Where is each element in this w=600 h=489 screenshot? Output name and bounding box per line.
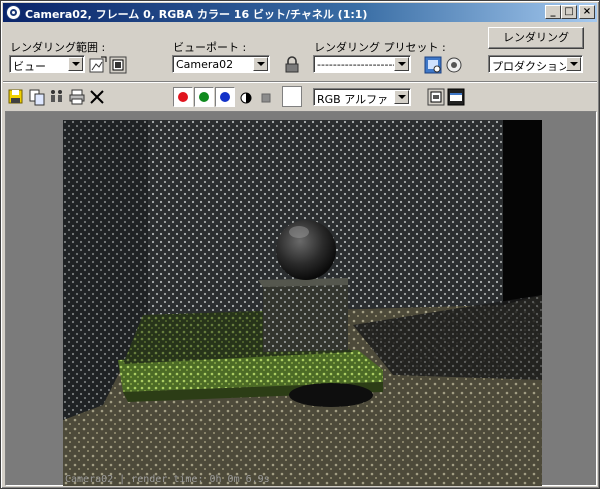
color-swatch[interactable] — [282, 86, 302, 107]
render-area-dropdown[interactable]: ビュー — [9, 55, 85, 73]
green-channel-icon — [199, 92, 209, 102]
minimize-button[interactable]: _ — [545, 5, 561, 19]
print-icon[interactable] — [68, 88, 86, 106]
chevron-down-icon — [394, 57, 409, 71]
app-icon — [6, 5, 21, 20]
alpha-channel-icon[interactable] — [237, 89, 255, 107]
toolbar-divider — [3, 81, 597, 83]
save-icon[interactable] — [7, 88, 25, 106]
monochrome-icon[interactable] — [257, 89, 275, 107]
close-button[interactable]: × — [579, 5, 595, 19]
copy-icon[interactable] — [28, 88, 46, 106]
render-mode-value: プロダクション — [492, 60, 569, 73]
render-area-label: レンダリング範囲 : — [10, 41, 106, 54]
chevron-down-icon — [253, 57, 268, 71]
channel-display-dropdown[interactable]: RGB アルファ — [313, 88, 411, 106]
render-preset-dropdown[interactable]: --------------------- — [313, 55, 411, 73]
blue-channel-icon — [220, 92, 230, 102]
clear-icon[interactable] — [88, 88, 106, 106]
red-channel-icon — [178, 92, 188, 102]
channel-display-value: RGB アルファ — [317, 93, 389, 106]
auto-region-icon[interactable] — [109, 56, 127, 74]
toggle-ui-overlay-icon[interactable] — [427, 88, 445, 106]
chevron-down-icon — [566, 57, 581, 71]
red-channel-toggle[interactable] — [173, 87, 193, 107]
title-bar: Camera02, フレーム 0, RGBA カラー 16 ビット/チャネル (… — [3, 3, 597, 22]
green-channel-toggle[interactable] — [194, 87, 214, 107]
clone-window-icon[interactable] — [48, 88, 66, 106]
render-preset-value: --------------------- — [317, 58, 401, 71]
render-setup-icon[interactable] — [445, 56, 463, 74]
render-preset-label: レンダリング プリセット : — [314, 41, 446, 54]
chevron-down-icon — [68, 57, 83, 71]
viewport-label: ビューポート : — [173, 41, 247, 54]
environment-icon[interactable] — [424, 56, 442, 74]
viewport-dropdown[interactable]: Camera02 — [172, 55, 270, 73]
maximize-button[interactable]: □ — [561, 5, 577, 19]
edit-region-icon[interactable] — [89, 56, 107, 74]
window-title: Camera02, フレーム 0, RGBA カラー 16 ビット/チャネル (… — [25, 8, 368, 21]
rendered-frame-window: Camera02, フレーム 0, RGBA カラー 16 ビット/チャネル (… — [0, 0, 600, 489]
rendered-scene — [63, 120, 542, 486]
lock-icon[interactable] — [283, 56, 301, 74]
render-mode-dropdown[interactable]: プロダクション — [488, 55, 583, 73]
render-caption: Camera02 | render time: 0h 0m 6.9s — [65, 474, 270, 485]
viewport-value: Camera02 — [176, 58, 234, 71]
rendered-image: Camera02 | render time: 0h 0m 6.9s — [63, 120, 542, 486]
render-view-area: Camera02 | render time: 0h 0m 6.9s — [5, 111, 597, 486]
render-area-value: ビュー — [13, 60, 46, 73]
toggle-ui-icon[interactable] — [447, 88, 465, 106]
chevron-down-icon — [394, 90, 409, 104]
blue-channel-toggle[interactable] — [215, 87, 235, 107]
render-button[interactable]: レンダリング — [488, 27, 584, 49]
